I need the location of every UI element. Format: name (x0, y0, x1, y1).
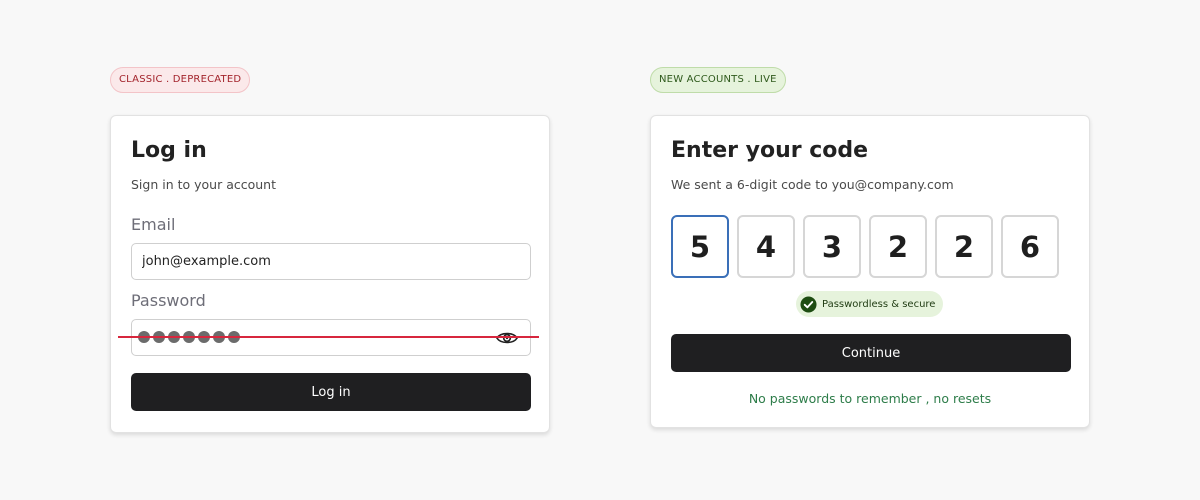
code-digit-2[interactable]: 4 (737, 215, 795, 278)
eye-icon[interactable] (496, 330, 518, 346)
code-digit-3[interactable]: 3 (803, 215, 861, 278)
strikethrough-line (118, 336, 539, 338)
code-input-row: 5 4 3 2 2 6 (671, 215, 1059, 278)
continue-button[interactable]: Continue (671, 334, 1071, 372)
email-label: Email (131, 215, 176, 234)
login-card: Log in Sign in to your account Email Pas… (110, 115, 550, 433)
code-digit-4[interactable]: 2 (869, 215, 927, 278)
code-title: Enter your code (671, 138, 869, 163)
footnote: No passwords to remember , no resets (748, 391, 992, 406)
login-subtitle: Sign in to your account (131, 177, 277, 192)
live-badge: NEW ACCOUNTS . LIVE (650, 67, 786, 93)
login-title: Log in (131, 138, 207, 163)
code-digit-1[interactable]: 5 (671, 215, 729, 278)
login-button[interactable]: Log in (131, 373, 531, 411)
secure-badge: Passwordless & secure (796, 291, 944, 317)
code-subtitle: We sent a 6-digit code to you@company.co… (671, 177, 954, 192)
code-digit-5[interactable]: 2 (935, 215, 993, 278)
comparison-stage: CLASSIC . DEPRECATED Log in Sign in to y… (0, 0, 1200, 500)
secure-badge-label: Passwordless & secure (822, 298, 936, 310)
deprecated-badge: CLASSIC . DEPRECATED (110, 67, 251, 93)
password-label: Password (131, 291, 206, 310)
code-card: Enter your code We sent a 6-digit code t… (650, 115, 1090, 428)
email-field[interactable] (131, 243, 531, 280)
code-digit-6[interactable]: 6 (1001, 215, 1059, 278)
check-circle-icon (800, 295, 817, 313)
